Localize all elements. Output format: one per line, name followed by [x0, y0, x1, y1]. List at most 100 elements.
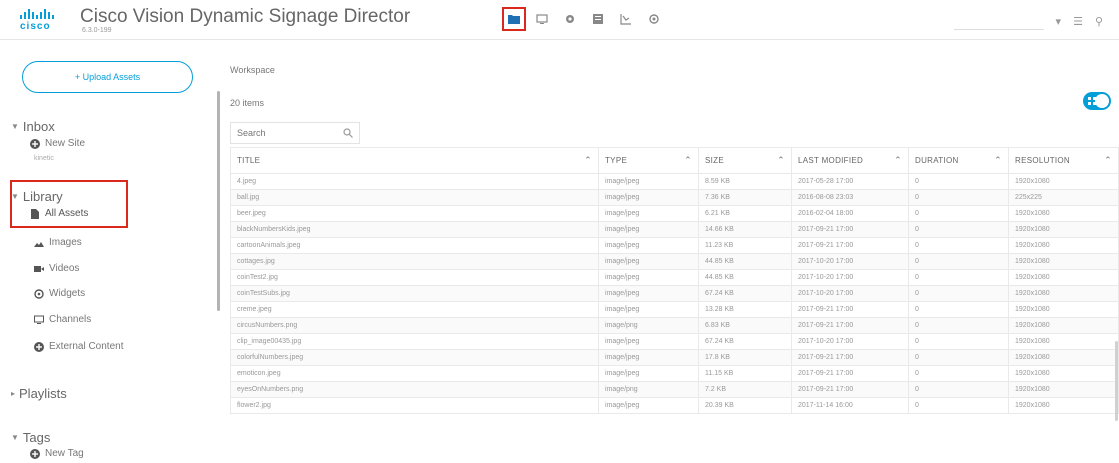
column-header-resolution[interactable]: RESOLUTION ⌃	[1008, 147, 1119, 174]
sort-up-icon[interactable]: ⌃	[777, 155, 785, 166]
cell-size: 44.85 KB	[698, 253, 792, 270]
monitor-icon[interactable]	[532, 9, 552, 29]
table-row[interactable]: blackNumbersKids.jpeg image/jpeg 14.66 KB 2…	[230, 221, 1119, 238]
cell-title: eyesOnNumbers.png	[230, 381, 599, 398]
cell-size: 17.8 KB	[698, 349, 792, 366]
cell-duration: 0	[908, 317, 1009, 334]
sidebar-scrollbar[interactable]	[217, 91, 220, 311]
cell-title: creme.jpeg	[230, 301, 599, 318]
column-header-last-modified[interactable]: LAST MODIFIED ⌃	[791, 147, 909, 174]
cell-last-modified: 2017-10-20 17:00	[791, 253, 909, 270]
sidebar-section-library[interactable]: ▼ Library	[11, 189, 63, 204]
sidebar-item-widgets[interactable]: Widgets	[34, 288, 85, 299]
table-row[interactable]: circusNumbers.png image/png 6.83 KB 2017-09…	[230, 317, 1119, 334]
sidebar-item-channels[interactable]: Channels	[34, 314, 91, 325]
user-icon[interactable]: ⚲	[1095, 15, 1103, 28]
table-row[interactable]: 4.jpeg image/jpeg 8.59 KB 2017-05-28 17:00 0…	[230, 173, 1119, 190]
external-icon	[34, 341, 44, 352]
cell-type: image/jpeg	[598, 301, 699, 318]
table-row[interactable]: beer.jpeg image/jpeg 6.21 KB 2016-02-04 18:…	[230, 205, 1119, 222]
sidebar-section-inbox[interactable]: ▼ Inbox	[11, 119, 55, 134]
menu-icon[interactable]: ☰	[1073, 15, 1083, 28]
breadcrumb: Workspace	[230, 65, 275, 75]
sidebar-item-videos[interactable]: Videos	[34, 263, 79, 274]
column-header-title[interactable]: TITLE ⌃	[230, 147, 599, 174]
cell-duration: 0	[908, 189, 1009, 206]
caret-down-icon: ▼	[11, 192, 19, 201]
sort-up-icon[interactable]: ⌃	[894, 155, 902, 166]
main-nav	[502, 7, 672, 31]
cell-title: cottages.jpg	[230, 253, 599, 270]
gear-icon[interactable]	[560, 9, 580, 29]
channels-label: Channels	[49, 314, 92, 325]
column-label: SIZE	[705, 156, 724, 165]
cell-type: image/jpeg	[598, 205, 699, 222]
grid-icon[interactable]	[588, 9, 608, 29]
cell-size: 13.28 KB	[698, 301, 792, 318]
table-row[interactable]: emoticon.jpeg image/jpeg 11.15 KB 2017-09-2…	[230, 365, 1119, 382]
sort-up-icon[interactable]: ⌃	[684, 155, 692, 166]
plus-circle-icon	[30, 448, 40, 459]
widgets-label: Widgets	[49, 288, 86, 299]
sidebar-item-new-tag[interactable]: New Tag	[30, 448, 84, 459]
asset-search[interactable]	[230, 122, 360, 144]
table-row[interactable]: coinTestSubs.jpg image/jpeg 67.24 KB 2017-1…	[230, 285, 1119, 302]
cell-duration: 0	[908, 237, 1009, 254]
cell-duration: 0	[908, 205, 1009, 222]
sidebar-section-tags[interactable]: ▼ Tags	[11, 430, 50, 445]
table-row[interactable]: eyesOnNumbers.png image/png 7.2 KB 2017-09-…	[230, 381, 1119, 398]
cell-last-modified: 2017-10-20 17:00	[791, 285, 909, 302]
sort-up-icon[interactable]: ⌃	[584, 155, 592, 166]
cell-last-modified: 2017-09-21 17:00	[791, 237, 909, 254]
table-row[interactable]: colorfulNumbers.jpeg image/jpeg 17.8 KB 201…	[230, 349, 1119, 366]
sidebar-section-playlists[interactable]: ▸ Playlists	[11, 386, 67, 401]
chevron-down-icon[interactable]: ▾	[1056, 15, 1062, 28]
header-search-line[interactable]	[953, 12, 1044, 30]
column-header-type[interactable]: TYPE ⌃	[598, 147, 699, 174]
upload-assets-button[interactable]: + Upload Assets	[22, 61, 193, 93]
column-header-size[interactable]: SIZE ⌃	[698, 147, 792, 174]
inbox-sub: kinetic	[34, 155, 54, 162]
cell-duration: 0	[908, 285, 1009, 302]
sidebar-item-new-site[interactable]: New Site	[30, 138, 85, 149]
chart-icon[interactable]	[616, 9, 636, 29]
assets-table-body: 4.jpeg image/jpeg 8.59 KB 2017-05-28 17:00 0…	[230, 173, 1119, 414]
table-row[interactable]: creme.jpeg image/jpeg 13.28 KB 2017-09-21 1…	[230, 301, 1119, 318]
table-row[interactable]: ball.jpg image/jpeg 7.36 KB 2016-08-08 23:0…	[230, 189, 1119, 206]
sidebar-item-all-assets[interactable]: All Assets	[30, 208, 88, 219]
images-label: Images	[49, 237, 82, 248]
table-row[interactable]: flower2.jpg image/jpeg 20.39 KB 2017-11-14 …	[230, 397, 1119, 414]
table-header-row: TITLE ⌃ TYPE ⌃ SIZE ⌃ LAST MODIFIED ⌃ DURATI…	[230, 147, 1119, 174]
cell-last-modified: 2016-02-04 18:00	[791, 205, 909, 222]
sidebar-item-external-content[interactable]: External Content	[34, 341, 124, 352]
cell-duration: 0	[908, 349, 1009, 366]
widget-icon	[34, 288, 44, 299]
column-label: LAST MODIFIED	[798, 156, 864, 165]
table-row[interactable]: cartoonAnimals.jpeg image/jpeg 11.23 KB 201…	[230, 237, 1119, 254]
settings-icon[interactable]	[644, 9, 664, 29]
cell-duration: 0	[908, 365, 1009, 382]
sort-up-icon[interactable]: ⌃	[994, 155, 1002, 166]
cell-size: 6.83 KB	[698, 317, 792, 334]
search-input[interactable]	[237, 128, 327, 138]
cell-resolution: 1920x1080	[1008, 205, 1119, 222]
table-row[interactable]: cottages.jpg image/jpeg 44.85 KB 2017-10-20…	[230, 253, 1119, 270]
cell-resolution: 1920x1080	[1008, 301, 1119, 318]
cell-last-modified: 2017-09-21 17:00	[791, 317, 909, 334]
cell-type: image/jpeg	[598, 349, 699, 366]
main-scrollbar[interactable]	[1115, 341, 1118, 421]
search-icon[interactable]	[343, 128, 353, 138]
sidebar-item-images[interactable]: Images	[34, 237, 82, 248]
caret-right-icon: ▸	[11, 389, 16, 398]
toggle-knob	[1095, 94, 1109, 108]
videos-label: Videos	[49, 263, 80, 274]
column-header-duration[interactable]: DURATION ⌃	[908, 147, 1009, 174]
table-row[interactable]: coinTest2.jpg image/jpeg 44.85 KB 2017-10-2…	[230, 269, 1119, 286]
table-row[interactable]: clip_image00435.jpg image/jpeg 67.24 KB 201…	[230, 333, 1119, 350]
view-toggle[interactable]	[1083, 92, 1111, 110]
column-label: DURATION	[915, 156, 959, 165]
cell-duration: 0	[908, 269, 1009, 286]
folder-icon[interactable]	[502, 7, 526, 31]
sort-up-icon[interactable]: ⌃	[1104, 155, 1112, 166]
file-icon	[30, 208, 40, 219]
